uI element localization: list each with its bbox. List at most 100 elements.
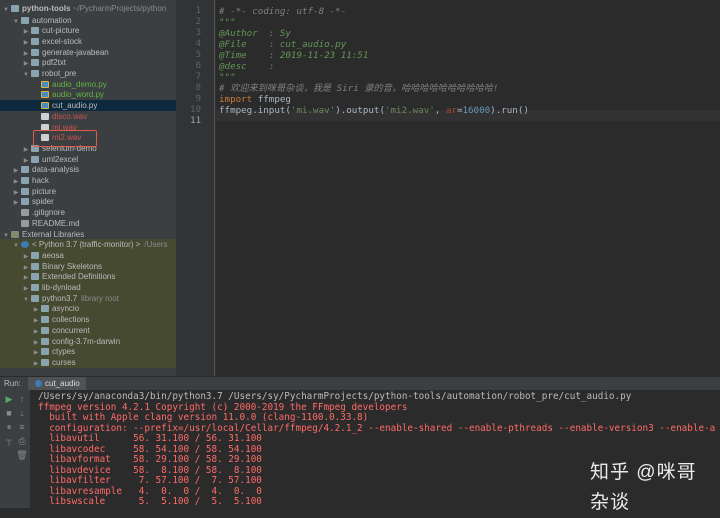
python-icon	[21, 241, 29, 249]
trash-icon[interactable]: 🗑	[16, 450, 28, 461]
code-editor[interactable]: 1 2 3 4 5 6 7 8 9 10 11 # -*- coding: utf-8 -*- """…	[176, 0, 720, 376]
tree-item[interactable]: ▶ ctypes	[0, 346, 176, 358]
project-root-name: python-tools	[22, 4, 71, 13]
line-number: 2	[195, 17, 201, 27]
tree-item[interactable]: ▶ data-analysis	[0, 164, 176, 175]
tree-item[interactable]: ▶ picture	[0, 186, 176, 197]
tree-item[interactable]: ▶ Extended Definitions	[0, 271, 176, 283]
run-tab-cut-audio[interactable]: cut_audio	[28, 377, 86, 391]
code-token: @Author	[219, 28, 269, 39]
tree-item[interactable]: ▶ excel-stock	[0, 36, 176, 47]
console-line: libavresample 4. 0. 0 / 4. 0. 0	[38, 485, 262, 497]
tree-item-label: audio_word.py	[52, 90, 105, 100]
tree-item-label: README.md	[32, 218, 80, 228]
folder-icon	[31, 27, 39, 35]
line-number: 3	[195, 28, 201, 38]
run-tool-header: Run: cut_audio	[0, 376, 720, 391]
tree-item-label: cut-picture	[42, 26, 80, 36]
tree-item[interactable]: ▶ uml2excel	[0, 154, 176, 165]
folder-icon	[31, 48, 39, 56]
code-token: ffmpeg.input(	[219, 105, 291, 116]
soft-wrap-icon[interactable]: ≡	[16, 422, 28, 433]
code-line[interactable]: @Author : Sy	[219, 28, 291, 39]
scroll-up-icon[interactable]: ↑	[16, 394, 28, 405]
tree-item[interactable]: ▶ aeosa	[0, 249, 176, 261]
tree-item[interactable]: ▼ < Python 3.7 (traffic-monitor) >/Users	[0, 239, 176, 251]
code-line[interactable]: @Time : 2019-11-23 11:51	[219, 50, 368, 61]
tree-item[interactable]: ▶ cut-picture	[0, 25, 176, 36]
console-line: built with Apple clang version 11.0.0 (c…	[38, 412, 369, 423]
code-token: ar	[445, 105, 457, 116]
tree-item[interactable]: audio_demo.py	[0, 79, 176, 90]
tree-item-label: < Python 3.7 (traffic-monitor) >	[32, 240, 141, 250]
folder-icon	[31, 262, 39, 270]
console-line: libavcodec 58. 54.100 / 58. 54.100	[38, 443, 262, 455]
tree-item[interactable]: ▶ generate-javabean	[0, 47, 176, 58]
tree-item[interactable]: cut_audio.py	[0, 100, 176, 112]
console-line: libswscale 5. 5.100 / 5. 5.100	[38, 496, 262, 507]
tree-item[interactable]: ▶ asyncio	[0, 303, 176, 315]
tree-item[interactable]: ▼ robot_pre	[0, 68, 176, 79]
folder-icon	[41, 348, 49, 356]
tree-item[interactable]: ▶ Binary Skeletons	[0, 260, 176, 272]
stop-icon[interactable]: ■	[3, 408, 15, 419]
tree-item[interactable]: ▶ curses	[0, 356, 176, 370]
tree-item[interactable]: ▶ lib-dynload	[0, 282, 176, 293]
code-token: 16000	[462, 105, 491, 116]
line-number: 9	[195, 94, 201, 104]
code-token: @desc	[219, 61, 269, 72]
tree-item[interactable]: README.md	[0, 218, 176, 229]
tree-item[interactable]: ▶ pdf2txt	[0, 57, 176, 68]
tree-item-label: asyncio	[52, 304, 80, 314]
code-line[interactable]: # -*- coding: utf-8 -*-	[219, 6, 346, 17]
line-number: 4	[195, 39, 201, 49]
project-panel: ▼ python-tools ~/PycharmProjects/python ▼…	[0, 0, 176, 376]
print-icon[interactable]: ⎙	[16, 436, 28, 447]
tree-item[interactable]: ▶ spider	[0, 196, 176, 207]
tree-item[interactable]: ▼ automation	[0, 15, 176, 26]
code-line[interactable]: @desc :	[219, 61, 274, 72]
tree-item[interactable]: ▶ hack	[0, 175, 176, 186]
text-file-icon	[21, 209, 29, 217]
tree-item[interactable]: .gitignore	[0, 207, 176, 218]
code-line[interactable]: @File : cut_audio.py	[219, 39, 346, 50]
folder-icon	[21, 16, 29, 24]
gutter-divider	[214, 0, 215, 376]
code-token: ).output(	[335, 105, 385, 116]
line-number: 10	[190, 105, 201, 115]
folder-icon	[41, 326, 49, 334]
tree-item[interactable]: disco.wav	[0, 111, 176, 122]
pause-icon[interactable]: ⏸	[3, 422, 15, 433]
code-line[interactable]: """	[219, 17, 236, 28]
tree-item-label: disco.wav	[52, 111, 88, 121]
code-line[interactable]: import ffmpeg	[219, 94, 291, 105]
folder-icon	[31, 284, 39, 291]
rerun-icon[interactable]: ▶	[3, 394, 15, 405]
audio-file-icon	[41, 112, 49, 120]
folder-icon	[21, 198, 29, 206]
code-line[interactable]: # 欢迎来到咪哥杂谈，我是 Siri 录的音，哈哈哈哈哈哈哈哈哈哈!	[219, 83, 498, 94]
code-token: # -*- coding: utf-8 -*-	[219, 6, 347, 17]
code-line[interactable]: ffmpeg.input('mi.wav').output('mi2.wav',…	[219, 105, 529, 116]
folder-icon	[31, 294, 39, 302]
tree-item[interactable]: ▶ collections	[0, 314, 176, 326]
run-tab-label: cut_audio	[45, 379, 80, 388]
highlight-box	[33, 130, 97, 147]
python-file-icon	[41, 91, 49, 99]
tree-item[interactable]: ▶ concurrent	[0, 324, 176, 336]
code-area[interactable]: # -*- coding: utf-8 -*- """ @Author : Sy @F…	[219, 0, 720, 376]
tree-item[interactable]: ▶ config-3.7m-darwin	[0, 335, 176, 347]
scroll-down-icon[interactable]: ↓	[16, 408, 28, 419]
tree-item-label: collections	[52, 315, 90, 325]
folder-icon	[41, 316, 49, 324]
tree-item[interactable]: ▼ python3.7 library root	[0, 292, 176, 304]
code-token: """	[219, 72, 236, 83]
project-root[interactable]: ▼ python-tools ~/PycharmProjects/python	[2, 3, 166, 14]
pin-icon[interactable]: ⊤	[3, 438, 15, 449]
tree-item[interactable]: ▼ External Libraries	[0, 229, 176, 240]
tree-item[interactable]: audio_word.py	[0, 89, 176, 100]
code-line[interactable]: """	[219, 72, 236, 83]
folder-icon	[21, 187, 29, 195]
code-token: # 欢迎来到咪哥杂谈，我是 Siri 录的音，哈哈哈哈哈哈哈哈哈哈!	[219, 83, 499, 94]
chevron-right-icon[interactable]: ▶	[32, 359, 40, 370]
